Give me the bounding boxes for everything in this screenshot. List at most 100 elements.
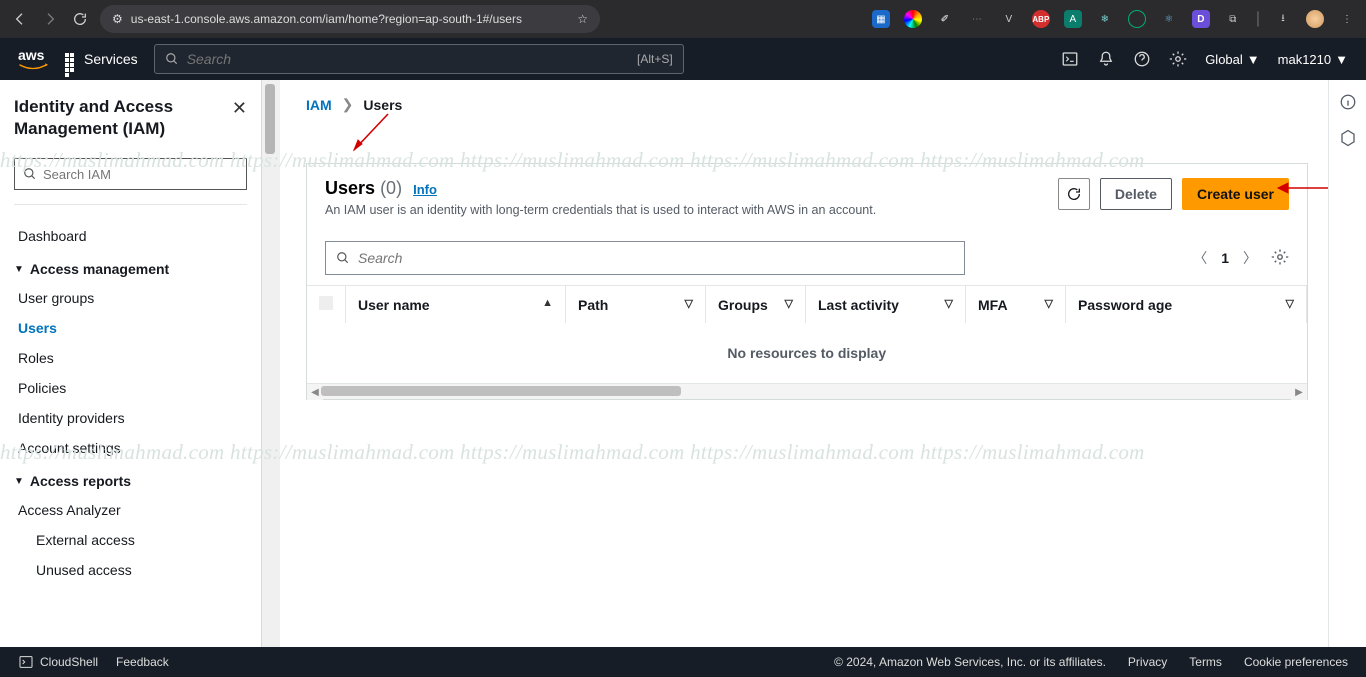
col-path[interactable]: Path▽	[566, 286, 706, 324]
extensions-icon[interactable]: ⧉	[1224, 10, 1242, 28]
refresh-button[interactable]	[1058, 178, 1090, 210]
main-layout: ✕ Identity and Access Management (IAM) D…	[0, 80, 1366, 647]
sidebar-search-input[interactable]	[43, 167, 238, 182]
abp-icon[interactable]: ABP	[1032, 10, 1050, 28]
col-select[interactable]	[307, 286, 346, 324]
sidebar-item-access-analyzer[interactable]: Access Analyzer	[14, 495, 261, 525]
ext-v-icon[interactable]: V	[1000, 10, 1018, 28]
sidebar: ✕ Identity and Access Management (IAM) D…	[0, 80, 262, 647]
chevron-right-icon: ❯	[342, 96, 354, 113]
users-table: User name▲ Path▽ Groups▽ Last activity▽ …	[307, 285, 1307, 383]
ext-icon[interactable]: ⋯	[968, 10, 986, 28]
info-rail-icon[interactable]	[1336, 90, 1360, 114]
breadcrumb: IAM ❯ Users	[306, 96, 1308, 113]
page-prev-icon[interactable]: 〈	[1193, 248, 1207, 268]
sidebar-item-external-access[interactable]: External access	[14, 525, 261, 555]
services-button[interactable]: Services	[64, 51, 138, 67]
create-user-button[interactable]: Create user	[1182, 178, 1289, 210]
col-groups[interactable]: Groups▽	[706, 286, 806, 324]
col-user-name[interactable]: User name▲	[346, 286, 566, 324]
star-icon[interactable]: ☆	[577, 12, 588, 26]
sidebar-scrollbar[interactable]	[262, 80, 280, 647]
terms-link[interactable]: Terms	[1189, 655, 1222, 669]
sidebar-group-access-reports[interactable]: ▼Access reports	[14, 463, 261, 495]
help-icon[interactable]	[1133, 50, 1151, 68]
sidebar-item-user-groups[interactable]: User groups	[14, 283, 261, 313]
scroll-right-icon[interactable]: ▶	[1291, 384, 1307, 400]
extension-icons: ▦ ✐ ⋯ V ABP A ❄ ⚛ D ⧉ | ⭳ ⋮	[872, 10, 1356, 28]
breadcrumb-current: Users	[363, 97, 402, 113]
breadcrumb-root[interactable]: IAM	[306, 97, 332, 113]
sidebar-item-identity-providers[interactable]: Identity providers	[14, 403, 261, 433]
sort-icon[interactable]: ▽	[1286, 297, 1294, 310]
feedback-link[interactable]: Feedback	[116, 655, 169, 669]
sidebar-group-access-management[interactable]: ▼Access management	[14, 251, 261, 283]
ext-icon[interactable]	[904, 10, 922, 28]
close-icon[interactable]: ✕	[232, 98, 247, 119]
ext-icon[interactable]: A	[1064, 10, 1082, 28]
reload-icon[interactable]	[70, 9, 90, 29]
checkbox[interactable]	[319, 296, 333, 310]
sidebar-item-dashboard[interactable]: Dashboard	[14, 221, 261, 251]
sidebar-search[interactable]	[14, 158, 247, 190]
menu-icon[interactable]: ⋮	[1338, 10, 1356, 28]
bell-icon[interactable]	[1097, 50, 1115, 68]
sidebar-title: Identity and Access Management (IAM)	[14, 96, 261, 140]
sort-icon[interactable]: ▽	[1045, 297, 1053, 310]
sort-asc-icon[interactable]: ▲	[542, 297, 553, 309]
site-controls-icon: ⚙	[112, 12, 123, 26]
delete-button[interactable]: Delete	[1100, 178, 1172, 210]
caret-down-icon: ▼	[14, 264, 24, 275]
search-icon	[336, 251, 350, 265]
refresh-icon	[1066, 186, 1082, 202]
account-selector[interactable]: mak1210 ▼	[1278, 52, 1348, 67]
aws-search[interactable]: [Alt+S]	[154, 44, 684, 74]
table-hscrollbar[interactable]: ◀ ▶	[307, 383, 1307, 399]
cloudshell-nav-icon[interactable]	[1061, 50, 1079, 68]
page-next-icon[interactable]: 〉	[1243, 248, 1257, 268]
table-settings-icon[interactable]	[1271, 248, 1289, 269]
forward-icon[interactable]	[40, 9, 60, 29]
col-last-activity[interactable]: Last activity▽	[806, 286, 966, 324]
react-icon[interactable]: ⚛	[1160, 10, 1178, 28]
ext-icon[interactable]: D	[1192, 10, 1210, 28]
table-search-input[interactable]	[358, 250, 954, 266]
region-selector[interactable]: Global ▼	[1205, 52, 1259, 67]
panel-count: (0)	[380, 178, 402, 198]
sidebar-item-roles[interactable]: Roles	[14, 343, 261, 373]
hex-rail-icon[interactable]	[1336, 126, 1360, 150]
settings-icon[interactable]	[1169, 50, 1187, 68]
sort-icon[interactable]: ▽	[945, 297, 953, 310]
privacy-link[interactable]: Privacy	[1128, 655, 1167, 669]
cloudshell-button[interactable]: CloudShell	[18, 654, 98, 670]
sidebar-item-policies[interactable]: Policies	[14, 373, 261, 403]
search-icon	[165, 52, 179, 66]
sidebar-item-account-settings[interactable]: Account settings	[14, 433, 261, 463]
ext-icon[interactable]	[1128, 10, 1146, 28]
info-link[interactable]: Info	[413, 182, 437, 197]
ext-icon[interactable]: ❄	[1096, 10, 1114, 28]
page-number: 1	[1221, 250, 1229, 266]
profile-avatar[interactable]	[1306, 10, 1324, 28]
sidebar-item-users[interactable]: Users	[14, 313, 261, 343]
color-picker-icon[interactable]: ✐	[936, 10, 954, 28]
aws-search-input[interactable]	[187, 51, 629, 67]
aws-logo[interactable]: aws	[18, 47, 48, 71]
right-rail	[1328, 80, 1366, 647]
download-icon[interactable]: ⭳	[1274, 10, 1292, 28]
cookie-link[interactable]: Cookie preferences	[1244, 655, 1348, 669]
col-password-age[interactable]: Password age▽	[1066, 286, 1307, 324]
users-panel: Users (0) Info An IAM user is an identit…	[306, 163, 1308, 400]
col-mfa[interactable]: MFA▽	[966, 286, 1066, 324]
sort-icon[interactable]: ▽	[785, 297, 793, 310]
back-icon[interactable]	[10, 9, 30, 29]
caret-down-icon: ▼	[1247, 52, 1260, 67]
table-search[interactable]	[325, 241, 965, 275]
sidebar-item-unused-access[interactable]: Unused access	[14, 555, 261, 585]
search-hint: [Alt+S]	[637, 52, 673, 66]
aws-top-nav: aws Services [Alt+S] Global ▼ mak1210 ▼	[0, 38, 1366, 80]
sort-icon[interactable]: ▽	[685, 297, 693, 310]
ext-icon[interactable]: ▦	[872, 10, 890, 28]
cloudshell-icon	[18, 654, 34, 670]
url-bar[interactable]: ⚙ us-east-1.console.aws.amazon.com/iam/h…	[100, 5, 600, 33]
